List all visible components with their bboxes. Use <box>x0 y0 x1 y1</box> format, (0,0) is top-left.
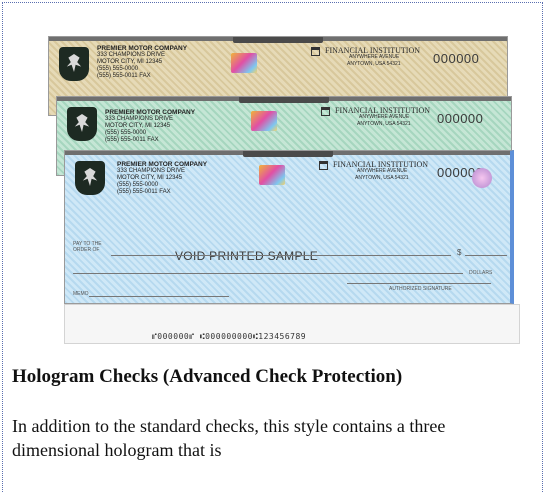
bank-name: FINANCIAL INSTITUTION <box>333 160 429 169</box>
bank-name: FINANCIAL INSTITUTION <box>335 106 431 115</box>
bank-address: ANYWHERE AVENUE <box>359 114 410 120</box>
written-amount-line <box>73 273 463 274</box>
memo-line <box>89 296 229 297</box>
company-fax: (555) 555-0011 FAX <box>117 189 171 195</box>
bank-building-icon <box>319 161 328 170</box>
security-bar <box>49 37 507 43</box>
lion-crest-logo <box>67 107 97 141</box>
payee-line <box>111 255 451 256</box>
signature-label: AUTHORIZED SIGNATURE <box>389 286 452 292</box>
memo-label: MEMO <box>73 291 89 297</box>
company-address-line: MOTOR CITY, MI 12345 <box>117 175 183 181</box>
dollars-label: DOLLARS <box>469 270 493 276</box>
company-fax: (555) 555-0011 FAX <box>97 73 151 79</box>
bank-building-icon <box>311 47 320 56</box>
company-address-line: 333 CHAMPIONS DRIVE <box>105 116 174 122</box>
company-fax: (555) 555-0011 FAX <box>105 137 159 143</box>
bank-name: FINANCIAL INSTITUTION <box>325 46 421 55</box>
company-block: PREMIER MOTOR COMPANY 333 CHAMPIONS DRIV… <box>97 45 187 80</box>
check-number: 000000 <box>437 111 484 126</box>
pay-to-label: PAY TO THE ORDER OF <box>73 241 102 253</box>
bank-city: ANYTOWN, USA 54321 <box>357 121 411 127</box>
signature-line <box>347 283 491 284</box>
check-number: 000000 <box>433 51 480 66</box>
company-address-line: MOTOR CITY, MI 12345 <box>105 123 171 129</box>
bank-building-icon <box>321 107 330 116</box>
section-description: In addition to the standard checks, this… <box>12 416 446 460</box>
lion-crest-logo <box>75 161 105 195</box>
company-phone: (555) 555-0000 <box>105 130 147 136</box>
bank-city: ANYTOWN, USA 54321 <box>347 61 401 67</box>
bank-block: FINANCIAL INSTITUTION ANYWHERE AVENUE AN… <box>333 161 428 182</box>
bank-address: ANYWHERE AVENUE <box>349 54 400 60</box>
check-blue: PREMIER MOTOR COMPANY 333 CHAMPIONS DRIV… <box>64 150 514 304</box>
bank-city: ANYTOWN, USA 54321 <box>355 175 409 181</box>
company-address-line: 333 CHAMPIONS DRIVE <box>97 52 166 58</box>
company-address-line: MOTOR CITY, MI 12345 <box>97 59 163 65</box>
company-block: PREMIER MOTOR COMPANY 333 CHAMPIONS DRIV… <box>105 109 195 144</box>
dollar-sign: $ <box>457 248 462 257</box>
bank-block: FINANCIAL INSTITUTION ANYWHERE AVENUE AN… <box>325 47 420 68</box>
company-phone: (555) 555-0000 <box>97 66 139 72</box>
hologram <box>231 53 257 73</box>
check-sample-image: PREMIER MOTOR COMPANY 333 CHAMPIONS DRIV… <box>40 36 520 344</box>
void-printed-sample: VOID PRINTED SAMPLE <box>175 249 319 263</box>
amount-line <box>465 255 507 256</box>
hologram <box>251 111 277 131</box>
hologram-seal <box>472 168 492 188</box>
company-address-line: 333 CHAMPIONS DRIVE <box>117 168 186 174</box>
bank-address: ANYWHERE AVENUE <box>357 168 408 174</box>
micr-line: ⑈000000⑈ ⑆000000000⑆123456789 <box>152 332 307 341</box>
security-bar <box>57 97 511 103</box>
hologram <box>259 165 285 185</box>
bank-block: FINANCIAL INSTITUTION ANYWHERE AVENUE AN… <box>335 107 430 128</box>
company-name: PREMIER MOTOR COMPANY <box>117 161 208 168</box>
security-bar <box>65 151 510 157</box>
section-heading: Hologram Checks (Advanced Check Protecti… <box>12 366 403 387</box>
order-of-line: ORDER OF <box>73 247 100 253</box>
lion-crest-logo <box>59 47 89 81</box>
company-name: PREMIER MOTOR COMPANY <box>97 45 188 52</box>
company-phone: (555) 555-0000 <box>117 182 159 188</box>
company-name: PREMIER MOTOR COMPANY <box>105 109 196 116</box>
company-block: PREMIER MOTOR COMPANY 333 CHAMPIONS DRIV… <box>117 161 207 196</box>
